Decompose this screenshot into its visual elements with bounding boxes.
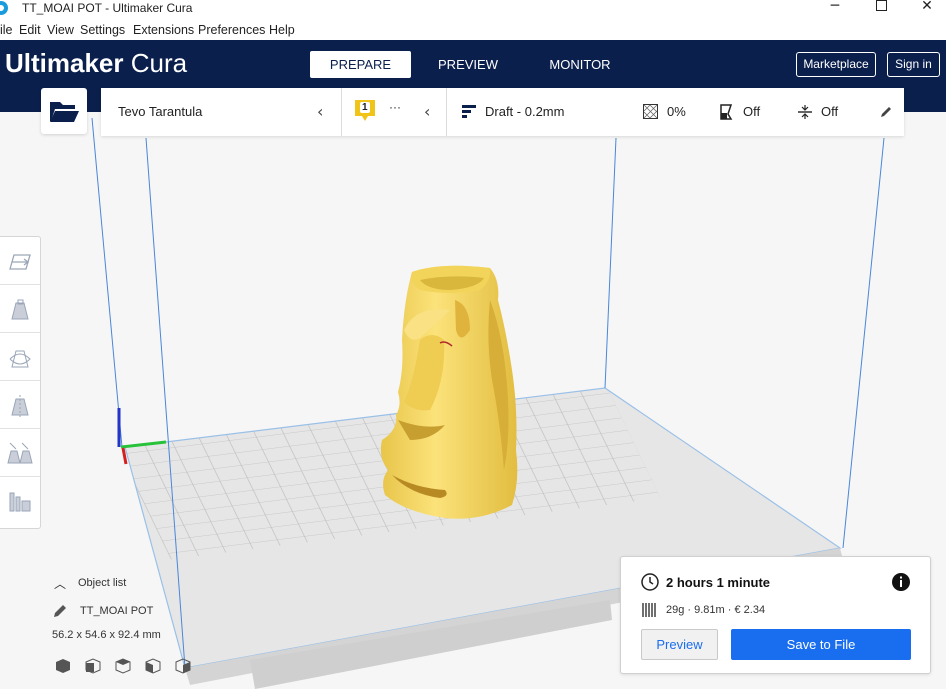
infill-icon [643,104,658,119]
tab-monitor[interactable]: MONITOR [540,51,620,78]
menu-help[interactable]: Help [269,23,295,37]
tab-prepare[interactable]: PREPARE [310,51,411,78]
info-icon[interactable] [891,572,911,592]
menu-settings[interactable]: Settings [80,23,125,37]
filament-spool-icon [642,603,656,617]
tool-panel [0,236,41,529]
move-icon [9,254,31,270]
brand-name: Ultimaker [5,48,124,78]
minimize-button[interactable]: ─ [812,0,858,19]
view-left-icon[interactable] [145,658,161,674]
pencil-icon[interactable] [53,604,67,618]
object-dimensions: 56.2 x 54.6 x 92.4 mm [52,629,161,641]
tab-preview[interactable]: PREVIEW [430,51,506,78]
sign-in-button[interactable]: Sign in [887,52,940,77]
object-name: TT_MOAI POT [80,605,154,617]
print-summary-panel: 2 hours 1 minute 29g · 9.81m · € 2.34 Pr… [620,556,931,674]
preview-button[interactable]: Preview [641,629,718,660]
printer-settings-bar: Tevo Tarantula ‹ 1 ··· ‹ Draft - 0.2mm 0… [101,88,904,136]
close-icon: ✕ [921,0,933,14]
support-blocker-button[interactable] [0,477,40,525]
menu-bar: ile Edit View Settings Extensions Prefer… [0,19,946,40]
brand-logo: Ultimaker Cura [5,48,187,79]
menu-file[interactable]: ile [0,23,13,37]
maximize-icon [875,0,887,11]
pencil-icon[interactable] [879,105,893,119]
view-top-icon[interactable] [115,658,131,674]
moai-model[interactable] [380,265,518,519]
rotate-tool-button[interactable] [0,333,40,381]
extruder-more: ··· [389,100,401,114]
support-blocker-icon [9,492,31,512]
profile-label: Draft - 0.2mm [485,104,565,119]
close-button[interactable]: ✕ [904,0,946,19]
per-model-settings-button[interactable] [0,429,40,477]
menu-view[interactable]: View [47,23,74,37]
support-value: Off [743,104,761,119]
adhesion-value: Off [821,104,839,119]
print-time: 2 hours 1 minute [666,575,771,590]
move-tool-button[interactable] [0,237,40,285]
object-list-toggle[interactable]: Object list [78,577,126,589]
mirror-tool-button[interactable] [0,381,40,429]
window-title: TT_MOAI POT - Ultimaker Cura [22,1,193,15]
infill-value: 0% [667,104,686,119]
menu-preferences[interactable]: Preferences [198,23,265,37]
support-icon [720,104,733,120]
chevron-left-icon: ‹ [317,102,324,121]
brand-product: Cura [130,48,188,78]
view-front-icon[interactable] [85,658,101,674]
open-file-button[interactable] [41,88,87,134]
adhesion-icon [798,105,812,119]
extruder-selector[interactable]: 1 ··· ‹ [342,88,446,136]
view-orientation-buttons [56,658,191,674]
object-list-panel: ︿ Object list TT_MOAI POT 56.2 x 54.6 x … [50,573,210,683]
extruder-number: 1 [362,102,368,113]
marketplace-button[interactable]: Marketplace [796,52,876,77]
minimize-icon: ─ [830,0,840,14]
menu-edit[interactable]: Edit [19,23,41,37]
chevron-up-icon[interactable]: ︿ [54,575,66,592]
cura-logo-icon [0,1,8,15]
material-estimate: 29g · 9.81m · € 2.34 [666,604,766,616]
folder-open-icon [50,102,79,122]
clock-icon [641,573,659,591]
rotate-icon [9,350,31,368]
window-titlebar: TT_MOAI POT - Ultimaker Cura ─ ✕ [0,0,946,19]
save-to-file-button[interactable]: Save to File [731,629,911,660]
maximize-button[interactable] [858,0,904,19]
chevron-left-icon: ‹ [424,102,431,121]
menu-extensions[interactable]: Extensions [133,23,194,37]
view-right-icon[interactable] [175,658,191,674]
printer-name: Tevo Tarantula [118,104,203,119]
mirror-icon [11,395,29,418]
scale-icon [11,299,29,320]
per-model-settings-icon [7,442,33,464]
view-3d-icon[interactable] [56,659,70,673]
printer-selector[interactable]: Tevo Tarantula ‹ [101,88,341,136]
profile-icon [462,105,476,118]
print-settings-selector[interactable]: Draft - 0.2mm 0% Off Off [447,88,904,136]
scale-tool-button[interactable] [0,285,40,333]
